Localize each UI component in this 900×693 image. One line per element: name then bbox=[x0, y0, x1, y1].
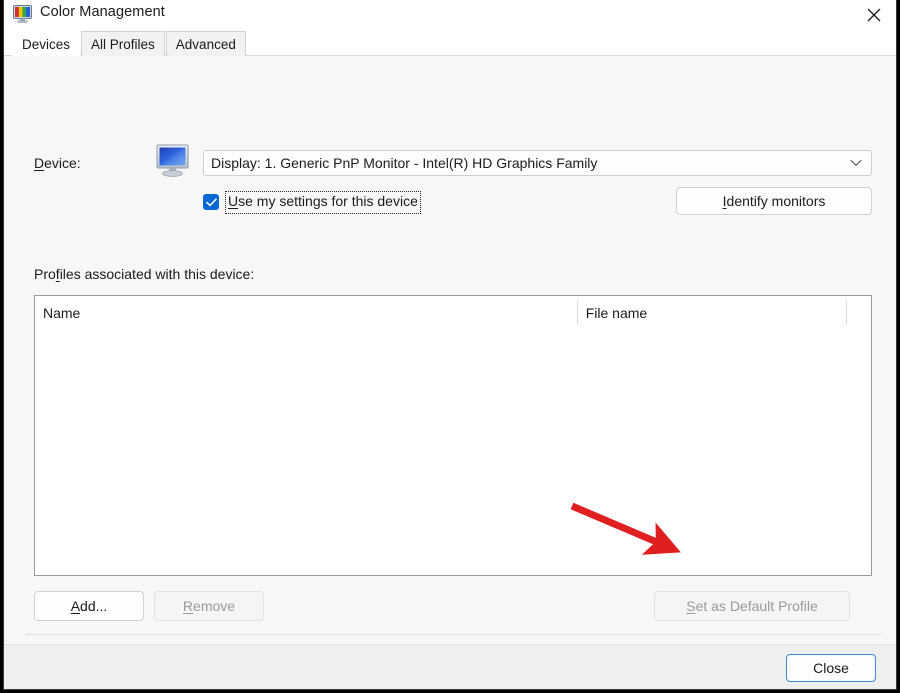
color-management-window: Color Management Devices All Profiles Ad… bbox=[3, 0, 897, 690]
column-header-name[interactable]: Name bbox=[35, 296, 578, 329]
profiles-associated-heading: Profiles associated with this device: bbox=[34, 266, 254, 282]
remove-button: Remove bbox=[154, 591, 264, 621]
device-select[interactable]: Display: 1. Generic PnP Monitor - Intel(… bbox=[203, 150, 872, 176]
close-icon[interactable] bbox=[852, 0, 896, 30]
window-title: Color Management bbox=[40, 4, 165, 20]
add-button[interactable]: Add... bbox=[34, 591, 144, 621]
profiles-list-header: Name File name bbox=[35, 296, 871, 329]
color-monitor-icon bbox=[13, 5, 32, 23]
set-as-default-profile-button: Set as Default Profile bbox=[654, 591, 850, 621]
column-header-extra[interactable] bbox=[847, 296, 871, 329]
chevron-down-icon[interactable] bbox=[845, 159, 867, 167]
monitor-icon bbox=[156, 144, 194, 178]
device-label: Device: bbox=[34, 155, 81, 171]
use-my-settings-checkbox[interactable] bbox=[203, 194, 219, 210]
title-bar: Color Management bbox=[4, 0, 896, 30]
tab-advanced[interactable]: Advanced bbox=[166, 31, 246, 56]
tab-all-profiles-label: All Profiles bbox=[91, 37, 155, 52]
set-as-default-profile-label: Set as Default Profile bbox=[686, 598, 818, 614]
profiles-list-rows[interactable] bbox=[35, 329, 871, 575]
add-button-label: Add... bbox=[71, 598, 108, 614]
tab-all-profiles[interactable]: All Profiles bbox=[81, 31, 165, 56]
column-header-file-name[interactable]: File name bbox=[578, 296, 847, 329]
column-header-file-name-label: File name bbox=[586, 305, 647, 321]
tab-advanced-label: Advanced bbox=[176, 37, 236, 52]
column-header-name-label: Name bbox=[43, 305, 80, 321]
use-my-settings-label-focus: Use my settings for this device bbox=[225, 191, 421, 214]
profiles-list[interactable]: Name File name bbox=[34, 295, 872, 576]
close-button-label: Close bbox=[813, 660, 849, 676]
use-my-settings-checkbox-row[interactable]: Use my settings for this device bbox=[203, 192, 421, 212]
tab-devices[interactable]: Devices bbox=[12, 31, 80, 56]
remove-button-label: Remove bbox=[183, 598, 235, 614]
separator bbox=[25, 634, 881, 635]
device-select-value: Display: 1. Generic PnP Monitor - Intel(… bbox=[211, 155, 845, 171]
tab-devices-label: Devices bbox=[22, 37, 70, 52]
dialog-footer: Close bbox=[4, 644, 896, 689]
identify-monitors-label: Identify monitors bbox=[723, 193, 826, 209]
identify-monitors-button[interactable]: Identify monitors bbox=[676, 187, 872, 215]
tab-strip: Devices All Profiles Advanced bbox=[4, 30, 896, 56]
close-button[interactable]: Close bbox=[786, 654, 876, 682]
use-my-settings-label: Use my settings for this device bbox=[228, 193, 418, 209]
dialog-body: Device: bbox=[4, 56, 896, 644]
